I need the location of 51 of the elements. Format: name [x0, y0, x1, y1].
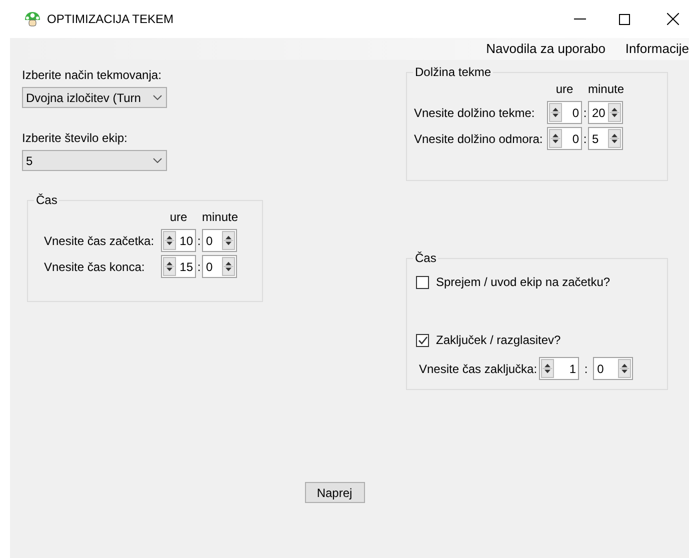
hour-spin-field[interactable]: 15 [161, 255, 196, 278]
minute-spin-field[interactable]: 0 [202, 255, 237, 278]
field-label: Izberite število ekip: [22, 130, 128, 147]
spin-arrows-icon[interactable] [222, 257, 235, 276]
chevron-down-icon [153, 95, 162, 100]
mushroom-icon [24, 11, 41, 27]
spin-arrows-icon[interactable] [608, 129, 621, 148]
time-label: Vnesite dolžino odmora: [414, 130, 544, 148]
menu-item[interactable]: Navodila za uporabo [486, 39, 606, 59]
spin-arrows-icon[interactable] [222, 231, 235, 250]
time-label: Vnesite dolžino tekme: [414, 104, 536, 122]
hour-spin-field[interactable]: 0 [547, 127, 582, 150]
time-label: Vnesite čas začetka: [44, 232, 156, 250]
colon: : [196, 232, 202, 250]
time-label: Vnesite čas konca: [44, 258, 146, 276]
spin-arrows-icon[interactable] [541, 359, 554, 378]
spin-arrows-icon[interactable] [618, 359, 632, 378]
hour-spin-field[interactable]: 0 [547, 101, 582, 124]
maximize-icon[interactable] [619, 14, 630, 24]
minute-spin-field[interactable]: 5 [588, 127, 623, 150]
checkbox[interactable] [416, 276, 429, 288]
minute-spin-field[interactable]: 20 [588, 101, 623, 124]
hour-spin-field[interactable]: 1 [539, 357, 580, 380]
spin-arrows-icon[interactable] [549, 129, 562, 148]
mode-dropdown[interactable]: Dvojna izločitev (Turn [22, 87, 167, 108]
checkbox[interactable] [416, 334, 429, 346]
spin-arrows-icon[interactable] [608, 103, 621, 122]
colon: : [583, 360, 589, 378]
window-title: OPTIMIZACIJA TEKEM [47, 11, 174, 28]
next-button[interactable]: Naprej [304, 482, 364, 503]
field-label: Izberite način tekmovanja: [22, 67, 162, 84]
checkbox-label: Zaključek / razglasitev? [436, 332, 561, 349]
spin-arrows-icon[interactable] [163, 231, 176, 250]
minute-spin-field[interactable]: 0 [593, 357, 634, 380]
minute-spin-field[interactable]: 0 [202, 229, 237, 252]
minutes-header: minute [588, 81, 623, 98]
colon: : [582, 104, 588, 122]
hours-header: ure [168, 209, 188, 226]
spin-arrows-icon[interactable] [549, 103, 562, 122]
chevron-down-icon [153, 158, 162, 163]
menu-item[interactable]: Informacije [625, 39, 689, 59]
hours-header: ure [554, 81, 574, 98]
minutes-header: minute [202, 209, 237, 226]
checkbox-label: Sprejem / uvod ekip na začetku? [436, 274, 610, 291]
close-icon[interactable] [667, 13, 679, 25]
colon: : [196, 258, 202, 276]
hour-spin-field[interactable]: 10 [161, 229, 196, 252]
teams-dropdown[interactable]: 5 [22, 150, 167, 171]
time-label: Vnesite čas zaključka: [419, 360, 538, 378]
spin-arrows-icon[interactable] [163, 257, 176, 276]
colon: : [582, 130, 588, 148]
